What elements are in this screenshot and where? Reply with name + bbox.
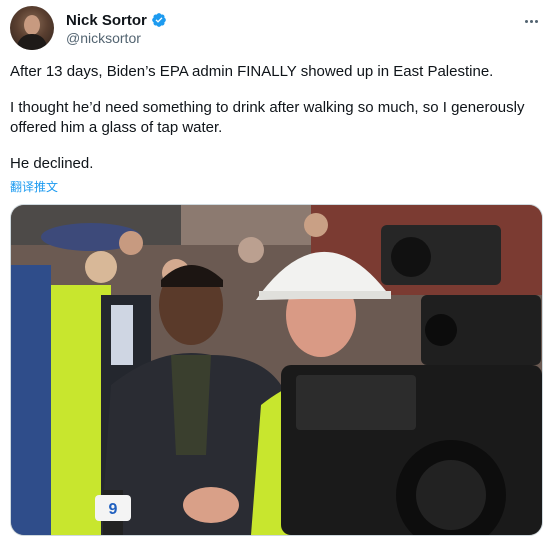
photo-scene: 9 (11, 205, 542, 535)
crowd-head (238, 237, 264, 263)
tweet-header: Nick Sortor @nicksortor (10, 6, 544, 52)
author-display-name[interactable]: Nick Sortor (66, 12, 147, 29)
author-name-row: Nick Sortor (66, 10, 167, 30)
crowd-person-shirt (111, 305, 133, 365)
camera-lens (391, 237, 431, 277)
tweet-text: After 13 days, Biden’s EPA admin FINALLY… (10, 62, 540, 190)
crowd-person-jacket (11, 265, 51, 535)
hand (183, 487, 239, 523)
hard-hat-brim (259, 291, 391, 299)
avatar-face (24, 15, 40, 35)
avatar-shirt (17, 34, 47, 50)
tweet-paragraph: He declined. (10, 155, 94, 172)
tweet-paragraph: I thought he’d need something to drink a… (10, 99, 525, 136)
tweet-paragraph: After 13 days, Biden’s EPA admin FINALLY… (10, 63, 494, 80)
crowd-head (304, 213, 328, 237)
author-handle[interactable]: @nicksortor (66, 30, 141, 46)
crowd-head (85, 251, 117, 283)
camera-viewfinder (296, 375, 416, 430)
center-man-shirt (171, 355, 211, 455)
camera-lens (425, 314, 457, 346)
tweet-photo[interactable]: 9 (10, 204, 543, 536)
crowd-head (119, 231, 143, 255)
avatar[interactable] (10, 6, 54, 50)
mic-flag-text: 9 (109, 501, 118, 518)
foreground-camera-lens-inner (416, 460, 486, 530)
translate-tweet-link[interactable]: 翻译推文 (10, 178, 58, 195)
verified-badge-icon (151, 12, 167, 28)
tweet-card: Nick Sortor @nicksortor After 13 days, B… (0, 0, 554, 544)
more-options-icon[interactable] (520, 12, 542, 30)
